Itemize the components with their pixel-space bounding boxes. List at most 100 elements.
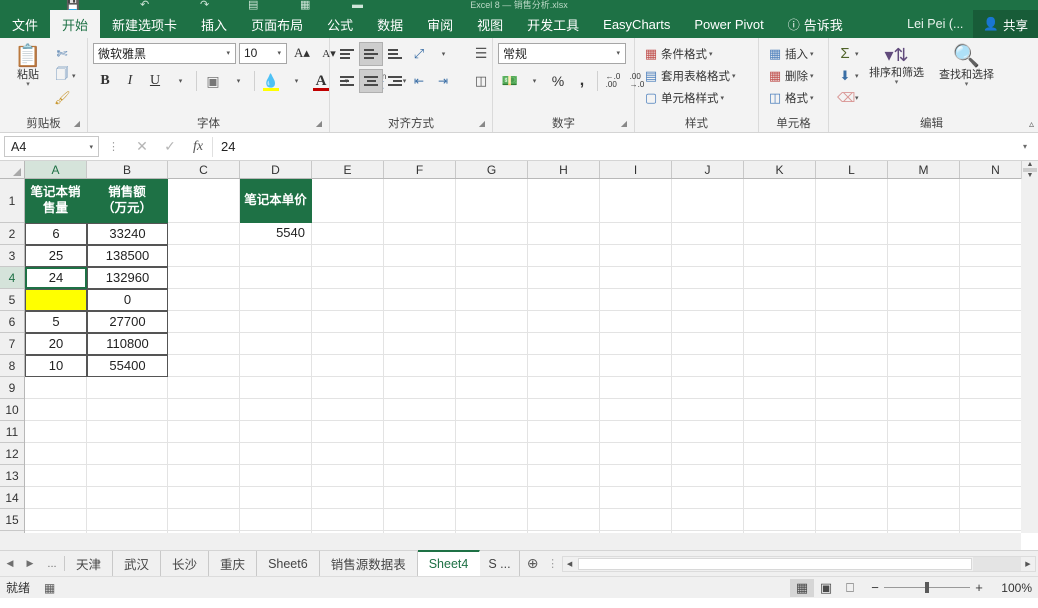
sheet-tab-splitter[interactable]: ⋮ <box>546 551 560 576</box>
cell-K6[interactable] <box>744 311 816 333</box>
cell-L2[interactable] <box>816 223 888 245</box>
tab-file[interactable]: 文件 <box>0 10 50 38</box>
cell-L3[interactable] <box>816 245 888 267</box>
font-size-combo[interactable]: 10 ▾ <box>239 43 287 64</box>
row-header-15[interactable]: 15 <box>0 509 24 531</box>
tab-formulas[interactable]: 公式 <box>315 10 365 38</box>
minus-icon[interactable]: ▬ <box>352 0 363 10</box>
cell-J9[interactable] <box>672 377 744 399</box>
cell-F14[interactable] <box>384 487 456 509</box>
cell-H14[interactable] <box>528 487 600 509</box>
row-header-10[interactable]: 10 <box>0 399 24 421</box>
cell-L14[interactable] <box>816 487 888 509</box>
row-header-13[interactable]: 13 <box>0 465 24 487</box>
cell-E15[interactable] <box>312 509 384 531</box>
cell-C16[interactable] <box>168 531 240 533</box>
cell-F3[interactable] <box>384 245 456 267</box>
chevron-down-icon[interactable]: ▾ <box>613 49 623 57</box>
chevron-down-icon[interactable]: ▾ <box>274 49 284 57</box>
cell-K11[interactable] <box>744 421 816 443</box>
cell-J1[interactable] <box>672 179 744 223</box>
cell-D7[interactable] <box>240 333 312 355</box>
cell-G15[interactable] <box>456 509 528 531</box>
cell-D13[interactable] <box>240 465 312 487</box>
cell-J2[interactable] <box>672 223 744 245</box>
tab-power-pivot[interactable]: Power Pivot <box>682 10 775 38</box>
cell-L5[interactable] <box>816 289 888 311</box>
confirm-formula-button[interactable]: ✓ <box>156 136 184 158</box>
cell-J11[interactable] <box>672 421 744 443</box>
cell-N6[interactable] <box>960 311 1021 333</box>
share-button[interactable]: 👤 共享 <box>973 10 1038 38</box>
cell-A15[interactable] <box>25 509 87 531</box>
cell-B10[interactable] <box>87 399 168 421</box>
row-header-6[interactable]: 6 <box>0 311 24 333</box>
cell-D12[interactable] <box>240 443 312 465</box>
cell-H15[interactable] <box>528 509 600 531</box>
cell-N10[interactable] <box>960 399 1021 421</box>
cell-E9[interactable] <box>312 377 384 399</box>
cell-C6[interactable] <box>168 311 240 333</box>
cell-E4[interactable] <box>312 267 384 289</box>
chevron-down-icon[interactable]: ▾ <box>26 81 30 88</box>
cell-F12[interactable] <box>384 443 456 465</box>
number-format-combo[interactable]: 常规 ▾ <box>498 43 626 64</box>
accounting-format-button[interactable]: 💵 <box>498 69 522 93</box>
next-sheet-button[interactable]: ▶ <box>20 551 40 576</box>
formula-input[interactable] <box>213 136 1016 158</box>
chevron-down-icon[interactable]: ▾ <box>810 94 814 102</box>
tab-review[interactable]: 审阅 <box>415 10 465 38</box>
cell-J10[interactable] <box>672 399 744 421</box>
font-name-combo[interactable]: 微软雅黑 ▾ <box>93 43 236 64</box>
cell-G7[interactable] <box>456 333 528 355</box>
cell-E10[interactable] <box>312 399 384 421</box>
cell-N12[interactable] <box>960 443 1021 465</box>
cell-G10[interactable] <box>456 399 528 421</box>
cell-K10[interactable] <box>744 399 816 421</box>
cell-F15[interactable] <box>384 509 456 531</box>
format-as-table-button[interactable]: ▤ 套用表格格式 ▾ <box>640 65 753 86</box>
cell-I10[interactable] <box>600 399 672 421</box>
zoom-level-label[interactable]: 100% <box>992 581 1032 595</box>
chevron-down-icon[interactable]: ▾ <box>810 72 814 80</box>
cell-H12[interactable] <box>528 443 600 465</box>
cell-H11[interactable] <box>528 421 600 443</box>
cell-H8[interactable] <box>528 355 600 377</box>
orientation-dropdown[interactable]: ▾ <box>431 42 455 66</box>
chevron-down-icon[interactable]: ▾ <box>855 50 859 58</box>
cell-E13[interactable] <box>312 465 384 487</box>
cell-B3[interactable]: 138500 <box>87 245 168 267</box>
row-header-5[interactable]: 5 <box>0 289 24 311</box>
cell-M9[interactable] <box>888 377 960 399</box>
cell-C1[interactable] <box>168 179 240 223</box>
cell-H13[interactable] <box>528 465 600 487</box>
cell-H10[interactable] <box>528 399 600 421</box>
cell-C8[interactable] <box>168 355 240 377</box>
select-all-button[interactable] <box>0 161 25 179</box>
cell-B8[interactable]: 55400 <box>87 355 168 377</box>
grid-icon[interactable]: ▦ <box>300 0 310 10</box>
number-dialog-launcher[interactable]: ◢ <box>621 116 627 131</box>
cell-J6[interactable] <box>672 311 744 333</box>
cell-A5[interactable] <box>25 289 87 311</box>
tab-page-layout[interactable]: 页面布局 <box>239 10 315 38</box>
horizontal-scroll-thumb[interactable] <box>578 558 972 570</box>
chevron-down-icon[interactable]: ▾ <box>709 50 713 58</box>
tell-me-box[interactable]: ⓘ 告诉我 <box>776 10 855 38</box>
cell-A4[interactable]: 24 <box>25 267 87 289</box>
cell-K13[interactable] <box>744 465 816 487</box>
cell-G8[interactable] <box>456 355 528 377</box>
increase-font-size-button[interactable]: A▴ <box>290 41 314 65</box>
cell-N7[interactable] <box>960 333 1021 355</box>
cell-J12[interactable] <box>672 443 744 465</box>
align-left-button[interactable] <box>335 69 359 93</box>
cell-F1[interactable] <box>384 179 456 223</box>
cell-E3[interactable] <box>312 245 384 267</box>
cell-E11[interactable] <box>312 421 384 443</box>
increase-indent-button[interactable]: ⇥ <box>431 69 455 93</box>
cell-K9[interactable] <box>744 377 816 399</box>
cell-C4[interactable] <box>168 267 240 289</box>
scroll-left-button[interactable]: ◀ <box>563 557 577 571</box>
cell-L8[interactable] <box>816 355 888 377</box>
cell-N4[interactable] <box>960 267 1021 289</box>
